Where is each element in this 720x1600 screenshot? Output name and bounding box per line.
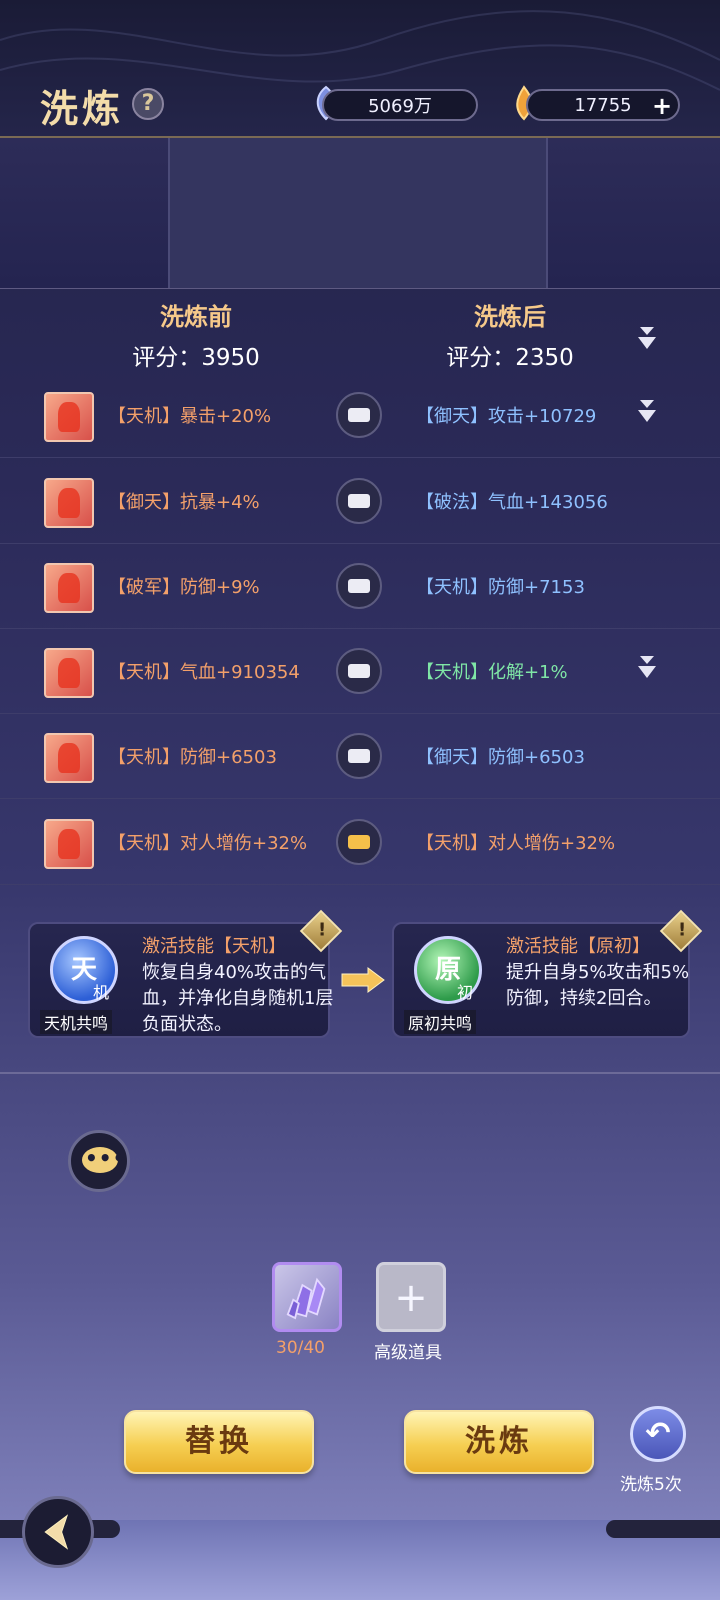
lock-icon[interactable] <box>336 648 382 694</box>
undo-arrow-button[interactable]: ↶ <box>630 1406 686 1462</box>
skill-card-after: 原 初 原初共鸣 激活技能【原初】 提升自身5%攻击和5%防御，持续2回合。 <box>392 922 690 1038</box>
attribute-row: 【天机】对人增伤+32% 【天机】对人增伤+32% <box>0 799 720 885</box>
warning-mark: ! <box>317 919 327 941</box>
after-score: 评分：2350 <box>446 345 574 371</box>
back-arrow-icon <box>44 1514 69 1550</box>
yuanchu-orb-icon: 原 初 <box>414 936 482 1004</box>
attribute-after-text: 【御天】攻击+10729 <box>416 406 597 427</box>
before-score: 评分：3950 <box>132 345 260 371</box>
equipment-frame <box>168 138 548 288</box>
attribute-after-text: 【天机】防御+7153 <box>416 577 585 598</box>
gold-value: 17755 <box>574 94 632 116</box>
advanced-item-label: 高级道具 <box>374 1343 442 1363</box>
help-icon[interactable]: ? <box>132 88 164 120</box>
down-arrow-icon <box>638 400 656 422</box>
down-arrow-icon <box>638 656 656 678</box>
warning-mark: ! <box>677 919 687 941</box>
before-label: 洗炼前 <box>160 303 232 331</box>
skill-desc: 提升自身5%攻击和5%防御，持续2回合。 <box>506 962 690 1009</box>
skill-name-label: 原初共鸣 <box>404 1010 477 1034</box>
compare-header: 洗炼前 评分：3950 洗炼后 评分：2350 <box>0 288 720 374</box>
divider <box>0 1072 720 1074</box>
score-down-arrow-icon <box>638 327 656 349</box>
refine-button[interactable]: 洗炼 <box>404 1410 594 1474</box>
lock-icon[interactable] <box>336 392 382 438</box>
lock-icon[interactable] <box>336 733 382 779</box>
skill-desc: 恢复自身40%攻击的气血，并净化自身随机1层负面状态。 <box>142 962 334 1035</box>
attribute-before-text: 【天机】气血+910354 <box>108 662 300 683</box>
attribute-after-text: 【破法】气血+143056 <box>416 492 608 513</box>
bottom-band-right <box>606 1520 720 1538</box>
refine-crystal-slot[interactable] <box>272 1262 342 1332</box>
equipment-icon[interactable] <box>44 648 94 698</box>
back-button[interactable] <box>22 1496 94 1568</box>
equipment-icon[interactable] <box>44 478 94 528</box>
skill-card-before: 天 机 天机共鸣 激活技能【天机】 恢复自身40%攻击的气血，并净化自身随机1层… <box>28 922 333 1038</box>
attribute-before-text: 【天机】对人增伤+32% <box>108 833 308 854</box>
tianji-orb-icon: 天 机 <box>50 936 118 1004</box>
chat-dots-icon: ••• <box>85 1146 127 1170</box>
lock-icon[interactable] <box>336 563 382 609</box>
add-currency-button[interactable]: + <box>652 92 672 120</box>
chat-button[interactable]: ••• <box>68 1130 130 1192</box>
replace-button[interactable]: 替换 <box>124 1410 314 1474</box>
skill-title: 激活技能【原初】 <box>506 936 650 957</box>
after-column: 洗炼后 评分：2350 <box>410 297 610 372</box>
skill-name-label: 天机共鸣 <box>40 1010 113 1034</box>
before-column: 洗炼前 评分：3950 <box>96 297 296 372</box>
lock-icon[interactable] <box>336 478 382 524</box>
equipment-icon[interactable] <box>44 392 94 442</box>
crystal-icon <box>286 1277 326 1320</box>
silver-counter: 5069万 <box>322 89 478 121</box>
bottom-bar <box>0 1520 720 1600</box>
lock-icon-locked[interactable] <box>336 819 382 865</box>
refine-5x-label[interactable]: 洗炼5次 <box>620 1470 682 1495</box>
attribute-before-text: 【天机】暴击+20% <box>108 406 272 427</box>
advanced-item-slot[interactable]: + <box>376 1262 446 1332</box>
orb-sub-text: 机 <box>93 983 110 1002</box>
attribute-row: 【天机】气血+910354 【天机】化解+1% <box>0 628 720 714</box>
equipment-icon[interactable] <box>44 733 94 783</box>
attribute-row: 【天机】暴击+20% 【御天】攻击+10729 <box>0 372 720 458</box>
attribute-row: 【天机】防御+6503 【御天】防御+6503 <box>0 713 720 799</box>
equipment-icon[interactable] <box>44 563 94 613</box>
attribute-after-text: 【御天】防御+6503 <box>416 747 585 768</box>
crystal-count: 30/40 <box>276 1338 325 1358</box>
after-label: 洗炼后 <box>474 303 546 331</box>
skill-title: 激活技能【天机】 <box>142 936 286 957</box>
orb-sub-text: 初 <box>457 983 474 1002</box>
attribute-row: 【破军】防御+9% 【天机】防御+7153 <box>0 543 720 629</box>
right-arrow-icon <box>341 967 385 993</box>
attribute-row: 【御天】抗暴+4% 【破法】气血+143056 <box>0 458 720 544</box>
equipment-icon[interactable] <box>44 819 94 869</box>
attribute-before-text: 【破军】防御+9% <box>108 577 260 598</box>
page-title: 洗炼 <box>40 86 125 131</box>
attribute-after-text: 【天机】化解+1% <box>416 662 568 683</box>
silver-value: 5069万 <box>368 96 432 117</box>
attribute-before-text: 【御天】抗暴+4% <box>108 492 260 513</box>
attribute-before-text: 【天机】防御+6503 <box>108 747 277 768</box>
attribute-after-text: 【天机】对人增伤+32% <box>416 833 616 854</box>
plus-icon: + <box>394 1275 428 1321</box>
